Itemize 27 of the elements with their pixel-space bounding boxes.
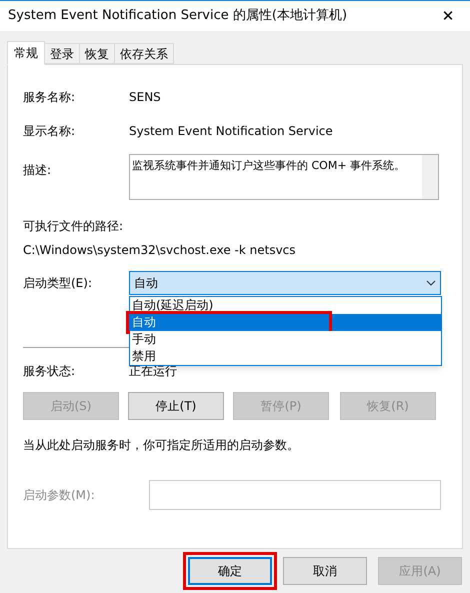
tab[interactable]: 依存关系 bbox=[114, 43, 174, 64]
field-label: 启动参数(M): bbox=[23, 487, 96, 504]
field-label: 服务名称: bbox=[23, 89, 76, 106]
field-label: 描述: bbox=[23, 162, 52, 179]
dropdown[interactable]: 自动 bbox=[129, 271, 441, 295]
field-label: 服务状态: bbox=[23, 363, 76, 380]
service-button[interactable]: 停止(T) bbox=[128, 392, 224, 420]
field-label: 启动类型(E): bbox=[23, 275, 93, 292]
chevron-icon bbox=[426, 280, 436, 286]
hint-text: 当从此处启动服务时，你可指定所适用的启动参数。 bbox=[23, 437, 300, 454]
field-value: C:\Windows\system32\svchost.exe -k netsvcs bbox=[23, 242, 297, 259]
tab[interactable]: 登录 bbox=[44, 43, 80, 64]
field-label: 显示名称: bbox=[23, 123, 76, 140]
dropdown-option[interactable]: 手动 bbox=[130, 331, 441, 348]
dialog-button[interactable]: 确定 bbox=[188, 557, 272, 585]
dropdown-option[interactable]: 禁用 bbox=[130, 348, 441, 365]
tab[interactable]: 常规 bbox=[7, 41, 45, 65]
dialog-button[interactable]: 取消 bbox=[283, 557, 367, 585]
field-value: SENS bbox=[129, 89, 161, 106]
close-button[interactable]: ✕ bbox=[436, 4, 460, 28]
field-value: 正在运行 bbox=[129, 363, 177, 380]
field-label: 可执行文件的路径: bbox=[23, 218, 124, 235]
tab[interactable]: 恢复 bbox=[79, 43, 115, 64]
description-text: 监视系统事件并通知订户这些事件的 COM+ 事件系统。 bbox=[131, 158, 406, 174]
field-value: System Event Notification Service bbox=[129, 123, 333, 140]
scrollbar bbox=[422, 155, 438, 199]
window-title: System Event Notification Service 的属性(本地计算机) bbox=[8, 7, 348, 26]
